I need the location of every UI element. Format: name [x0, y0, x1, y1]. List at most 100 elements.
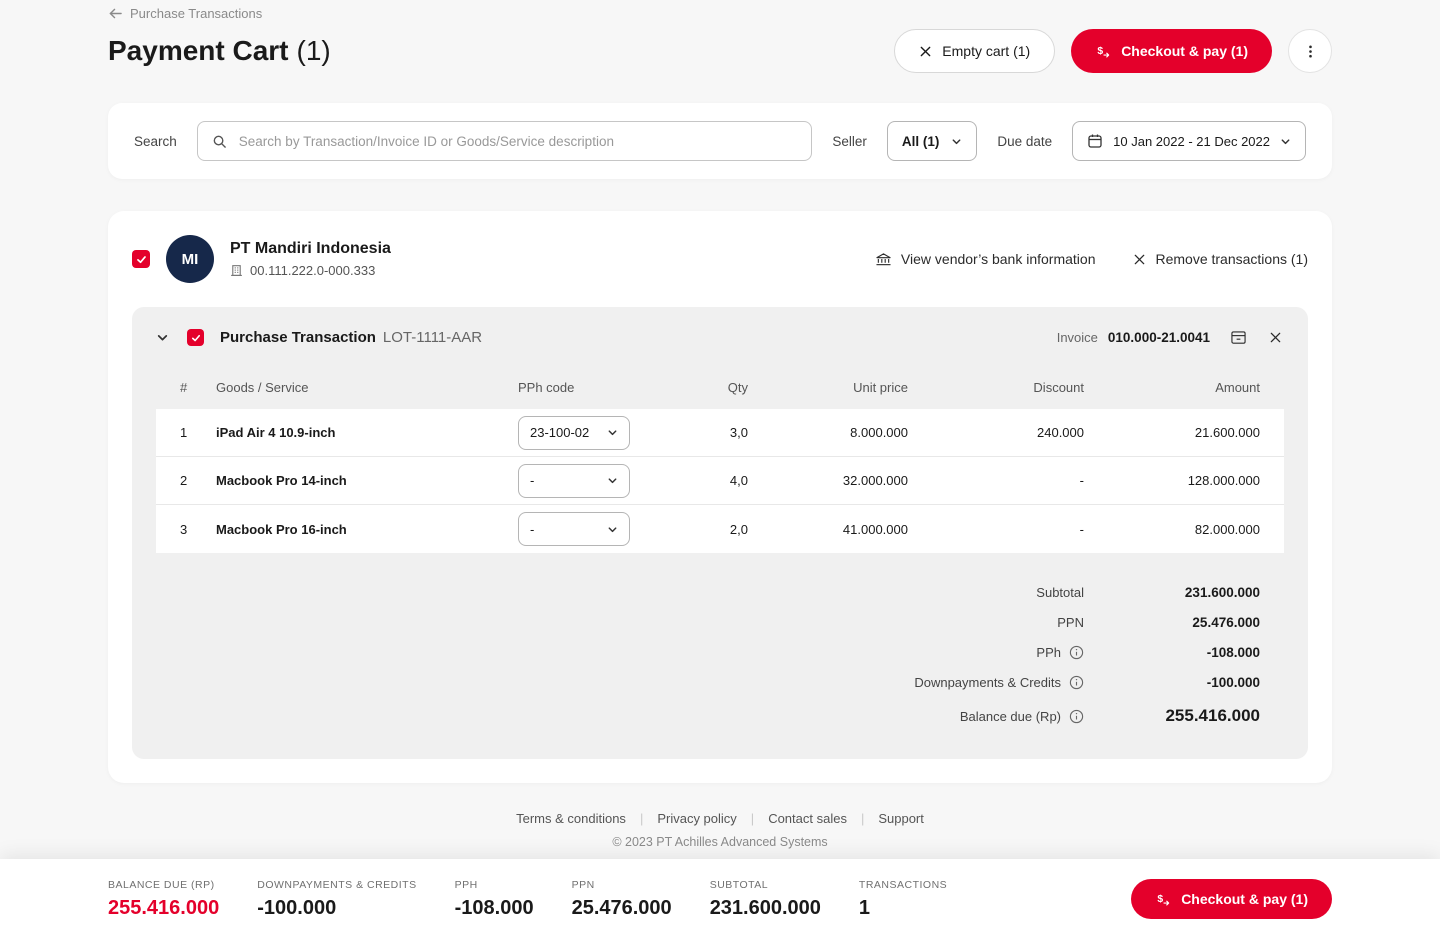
chevron-down-icon [607, 524, 618, 535]
close-icon [919, 45, 932, 58]
pph-code-select[interactable]: - [518, 463, 630, 498]
ppn-label: PPN [1057, 614, 1084, 630]
pay-icon: $ [1095, 43, 1111, 59]
row-qty: 3,0 [729, 425, 748, 440]
table-header-row: # Goods / Service PPh code Qty Unit pric… [156, 365, 1284, 409]
header-discount: Discount [1033, 379, 1084, 395]
due-date-label: Due date [997, 133, 1053, 149]
vendor-row: MI PT Mandiri Indonesia 00.111.222.0-000… [132, 235, 1308, 283]
pph-code-select[interactable]: 23-100-02 [518, 415, 630, 450]
row-goods: Macbook Pro 16-inch [216, 521, 347, 537]
empty-cart-button[interactable]: Empty cart (1) [894, 29, 1056, 73]
filter-bar: Search Seller All (1) Due date 10 Jan 20… [108, 103, 1332, 179]
line-items-table: # Goods / Service PPh code Qty Unit pric… [156, 365, 1284, 553]
info-icon[interactable] [1069, 675, 1084, 690]
row-num: 2 [180, 473, 188, 488]
row-unit-price: 32.000.000 [842, 473, 908, 488]
summary-value: 25.476.000 [571, 896, 672, 919]
row-unit-price: 41.000.000 [842, 521, 908, 537]
remove-transactions-label: Remove transactions (1) [1155, 251, 1308, 267]
invoice-label: Invoice [1056, 330, 1098, 345]
pph-code-value: 23-100-02 [530, 425, 590, 440]
search-icon [212, 134, 227, 149]
cart-card: MI PT Mandiri Indonesia 00.111.222.0-000… [108, 211, 1332, 783]
page-title-count: (1) [296, 35, 331, 66]
transaction-header-right: Invoice 010.000-21.0041 [1057, 328, 1284, 347]
chevron-down-icon [607, 427, 618, 438]
remove-transaction-icon[interactable] [1267, 329, 1284, 346]
summary-label: SUBTOTAL [709, 878, 769, 891]
info-icon[interactable] [1069, 709, 1084, 724]
balance-due-value: 255.416.000 [1165, 706, 1260, 725]
chevron-down-icon [951, 136, 962, 147]
row-amount: 82.000.000 [1194, 521, 1260, 537]
summary-value: 1 [858, 896, 871, 919]
row-discount: - [1079, 521, 1084, 537]
summary-label: PPH [454, 878, 478, 891]
totals-section: Subtotal 231.600.000 PPN 25.476.000 PPh [156, 577, 1284, 735]
invoice-archive-icon[interactable] [1228, 328, 1249, 347]
back-link[interactable]: Purchase Transactions [108, 6, 262, 21]
table-row: 1 iPad Air 4 10.9-inch 23-100-02 3,0 8.0… [156, 409, 1284, 457]
pph-code-value: - [530, 521, 535, 537]
table-row: 2 Macbook Pro 14-inch - 4,0 32.000.000 -… [156, 457, 1284, 505]
row-unit-price: 8.000.000 [850, 425, 908, 440]
pph-value: -108.000 [1206, 644, 1260, 660]
info-icon[interactable] [1069, 645, 1084, 660]
vendor-tax-row: 00.111.222.0-000.333 [230, 263, 391, 278]
due-date-picker[interactable]: 10 Jan 2022 - 21 Dec 2022 [1072, 121, 1306, 161]
transaction-id: LOT-1111-AAR [382, 329, 483, 346]
footer-link-privacy[interactable]: Privacy policy [657, 811, 736, 826]
back-arrow-icon [108, 7, 123, 20]
summary-label: PPN [571, 878, 595, 891]
search-box [196, 121, 813, 161]
total-row-downpayments: Downpayments & Credits -100.000 [156, 667, 1284, 697]
vendor-actions: View vendor’s bank information Remove tr… [875, 251, 1308, 267]
balance-due-label: Balance due (Rp) [959, 708, 1061, 724]
footer-link-support[interactable]: Support [878, 811, 924, 826]
svg-text:$: $ [1098, 46, 1104, 57]
transaction-card: Purchase Transaction LOT-1111-AAR Invoic… [132, 307, 1308, 759]
row-num: 3 [180, 521, 188, 537]
svg-text:$: $ [1158, 894, 1164, 905]
header-goods: Goods / Service [216, 379, 309, 395]
title-actions: Empty cart (1) $ Checkout & pay (1) [894, 29, 1332, 73]
total-row-pph: PPh -108.000 [156, 637, 1284, 667]
more-options-button[interactable] [1288, 29, 1332, 73]
footer-link-contact[interactable]: Contact sales [768, 811, 847, 826]
checkout-pay-label: Checkout & pay (1) [1121, 43, 1248, 59]
row-qty: 4,0 [729, 473, 748, 488]
row-goods: Macbook Pro 14-inch [216, 473, 347, 488]
transaction-title: Purchase Transaction [220, 329, 376, 346]
row-goods: iPad Air 4 10.9-inch [216, 425, 336, 440]
search-input[interactable] [236, 132, 798, 150]
calendar-icon [1087, 133, 1103, 149]
seller-label: Seller [832, 133, 867, 149]
checkout-pay-button-bottom[interactable]: $ Checkout & pay (1) [1131, 879, 1332, 919]
vendor-info: PT Mandiri Indonesia 00.111.222.0-000.33… [230, 240, 391, 278]
summary-subtotal: SUBTOTAL 231.600.000 [710, 879, 821, 920]
row-qty: 2,0 [729, 521, 748, 537]
vendor-initials: MI [181, 250, 199, 268]
pph-code-select[interactable]: - [518, 512, 630, 546]
chevron-down-icon [607, 475, 618, 486]
vendor-checkbox[interactable] [132, 250, 150, 268]
seller-select[interactable]: All (1) [886, 121, 978, 161]
collapse-chevron-icon[interactable] [156, 331, 169, 344]
summary-downpayments: DOWNPAYMENTS & CREDITS -100.000 [257, 879, 416, 920]
remove-transactions-link[interactable]: Remove transactions (1) [1133, 251, 1308, 267]
footer-divider: | [860, 811, 865, 826]
close-icon [1133, 253, 1146, 266]
title-row: Payment Cart (1) Empty cart (1) $ Checko… [108, 29, 1332, 73]
header-amount: Amount [1215, 379, 1260, 395]
summary-label: DOWNPAYMENTS & CREDITS [257, 878, 417, 891]
summary-value: 255.416.000 [108, 896, 220, 919]
bank-icon [875, 252, 892, 267]
checkout-pay-button[interactable]: $ Checkout & pay (1) [1071, 29, 1272, 73]
transaction-checkbox[interactable] [187, 329, 204, 346]
footer-link-terms[interactable]: Terms & conditions [516, 811, 626, 826]
payment-cart-page: Purchase Transactions Payment Cart (1) E… [108, 0, 1332, 849]
footer-divider: | [639, 811, 644, 826]
view-bank-info-link[interactable]: View vendor’s bank information [875, 251, 1095, 267]
header-pph-code: PPh code [518, 379, 575, 395]
